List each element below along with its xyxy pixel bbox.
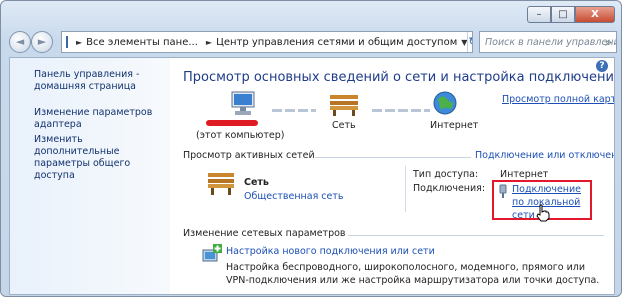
chevron-right-icon[interactable]: ► — [76, 38, 82, 47]
search-icon[interactable]: ⌕ — [605, 35, 612, 50]
breadcrumb-all-items[interactable]: Все элементы пане... — [86, 37, 198, 48]
forward-button[interactable]: ► — [31, 31, 53, 53]
connections-label: Подключения: — [413, 183, 486, 194]
back-button[interactable]: ◄ — [9, 31, 31, 53]
vertical-divider — [405, 166, 406, 212]
refresh-icon[interactable]: ↻ — [467, 32, 472, 52]
search-input[interactable]: Поиск в панели управления ⌕ — [479, 31, 617, 53]
close-button[interactable]: X — [575, 6, 615, 23]
map-connector — [372, 109, 430, 112]
globe-icon — [433, 91, 457, 115]
main-content: Панель управления - домашняя страница Из… — [9, 57, 615, 295]
new-connection-desc-2: VPN-подключения или же настройка маршрут… — [226, 275, 600, 286]
minimize-button[interactable]: – — [527, 6, 551, 23]
change-settings-header: Изменение сетевых параметров — [183, 228, 346, 239]
bench-icon — [208, 173, 234, 195]
connect-disconnect-link[interactable]: Подключение или отключение — [475, 150, 614, 161]
breadcrumb-network-center[interactable]: Центр управления сетями и общим доступом — [216, 37, 457, 48]
hand-cursor-icon — [536, 204, 550, 222]
active-networks-header: Просмотр активных сетей — [183, 150, 315, 161]
map-connector — [272, 109, 316, 112]
computer-label: (этот компьютер) — [196, 130, 285, 141]
chevron-right-icon[interactable]: ► — [206, 38, 212, 47]
sidebar-item-sharing[interactable]: Изменить дополнительные параметры общего… — [34, 134, 166, 182]
sidebar-item-adapter[interactable]: Изменение параметров адаптера — [34, 107, 166, 131]
divider — [315, 157, 471, 158]
bench-icon — [330, 95, 358, 116]
new-connection-icon — [202, 244, 222, 262]
access-type-value: Интернет — [500, 169, 549, 180]
computer-icon — [231, 91, 255, 115]
sidebar: Панель управления - домашняя страница Из… — [10, 58, 170, 294]
window-frame: – □ X ◄ ► ► Все элементы пане... ► Центр… — [0, 0, 622, 297]
sidebar-item-home[interactable]: Панель управления - домашняя страница — [34, 69, 166, 93]
control-panel-icon — [66, 36, 68, 48]
access-type-label: Тип доступа: — [413, 169, 479, 180]
divider — [348, 235, 604, 236]
new-connection-link[interactable]: Настройка нового подключения или сети — [226, 246, 435, 257]
new-connection-desc-1: Настройка беспроводного, широкополосного… — [226, 262, 586, 273]
full-map-link[interactable]: Просмотр полной карты — [502, 94, 614, 105]
window-controls: – □ X — [527, 6, 615, 23]
network-label: Сеть — [332, 120, 356, 131]
maximize-button[interactable]: □ — [551, 6, 575, 23]
network-type-link[interactable]: Общественная сеть — [244, 191, 344, 202]
page-title: Просмотр основных сведений о сети и наст… — [183, 70, 615, 85]
internet-label: Интернет — [430, 120, 479, 131]
redacted-computer-name — [206, 120, 258, 126]
navigation-bar: ◄ ► ► Все элементы пане... ► Центр управ… — [9, 29, 617, 55]
address-bar[interactable]: ► Все элементы пане... ► Центр управлени… — [61, 31, 473, 53]
search-placeholder: Поиск в панели управления — [485, 36, 617, 48]
network-name: Сеть — [244, 177, 269, 188]
